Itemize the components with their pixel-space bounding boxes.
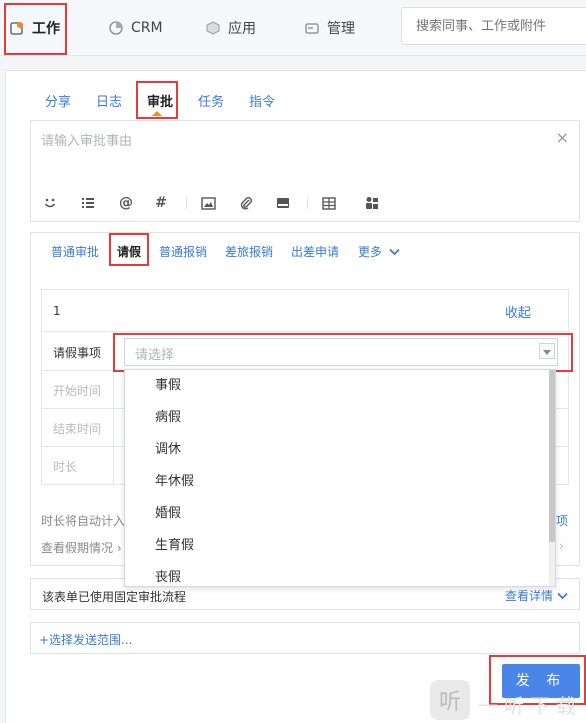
dropdown-option[interactable]: 婚假 [125, 498, 555, 530]
dropdown-option[interactable]: 调休 [125, 434, 555, 466]
top-nav: 工作 CRM 应用 管理 [0, 0, 586, 56]
dropdown-option[interactable]: 事假 [125, 370, 555, 402]
app-icon [206, 21, 220, 35]
at-icon[interactable]: @ [117, 194, 135, 212]
flow-detail-label: 查看详情 [505, 589, 554, 603]
watermark-logo: 听 [430, 680, 470, 720]
toolbar-divider [186, 197, 187, 209]
nav-item-label: CRM [131, 20, 163, 36]
table-row [41, 331, 569, 332]
keyboard-icon[interactable] [274, 194, 292, 212]
view-holiday-link[interactable]: 查看假期情况 › [41, 539, 122, 556]
reason-editor: × [30, 120, 580, 222]
dropdown-option[interactable]: 生育假 [125, 530, 555, 562]
crm-icon [109, 21, 123, 35]
send-range-link[interactable]: +选择发送范围... [39, 633, 133, 647]
field-label-duration: 时长 [53, 460, 78, 474]
tab-leave[interactable]: 请假 [117, 243, 141, 260]
search-input[interactable] [401, 7, 586, 45]
people-icon[interactable] [363, 194, 381, 212]
table-icon[interactable] [320, 194, 338, 212]
watermark-text: 一听下载 [478, 694, 582, 718]
nav-item-label: 工作 [32, 21, 60, 37]
chevron-right-icon: › [559, 539, 564, 553]
tab-more-label: 更多 [358, 245, 383, 259]
auto-duration-note: 时长将自动计入 [41, 514, 126, 528]
chevron-down-icon [389, 248, 400, 256]
manage-icon [305, 21, 319, 35]
toolbar-divider [307, 197, 308, 209]
dropdown-option[interactable]: 病假 [125, 402, 555, 434]
tab-more[interactable]: 更多 [358, 243, 400, 260]
list-icon[interactable] [79, 194, 97, 212]
field-label-leave-type: 请假事项 [53, 346, 102, 360]
collapse-link[interactable]: 收起 [505, 302, 531, 321]
nav-item-apps[interactable]: 应用 [206, 0, 256, 56]
send-range-bar[interactable]: +选择发送范围... [30, 622, 580, 654]
field-label-end-time: 结束时间 [53, 422, 102, 436]
nav-item-manage[interactable]: 管理 [305, 0, 355, 56]
work-icon [10, 21, 24, 35]
tab-share[interactable]: 分享 [45, 91, 71, 110]
active-tab-indicator [152, 111, 162, 116]
auto-note-link[interactable]: 项 [556, 512, 568, 529]
nav-item-label: 应用 [228, 21, 256, 37]
reason-input[interactable] [31, 121, 579, 181]
chevron-down-icon[interactable] [539, 343, 555, 359]
row-index: 1 [53, 304, 61, 318]
flow-text: 该表单已使用固定审批流程 [42, 590, 187, 604]
emoji-icon[interactable] [41, 194, 59, 212]
leave-type-dropdown: 事假 病假 调休 年休假 婚假 生育假 丧假 [124, 369, 556, 587]
table-divider [113, 331, 114, 485]
chevron-down-icon [557, 592, 568, 600]
field-label-start-time: 开始时间 [53, 384, 102, 398]
hash-icon[interactable]: # [152, 194, 170, 212]
flow-detail-link[interactable]: 查看详情 [505, 587, 568, 604]
tab-travel-expense[interactable]: 差旅报销 [225, 243, 273, 260]
attachment-icon[interactable] [237, 194, 255, 212]
tab-general-expense[interactable]: 普通报销 [159, 243, 207, 260]
nav-item-work[interactable]: 工作 [10, 0, 60, 56]
scrollbar-thumb[interactable] [549, 370, 555, 542]
dropdown-scrollbar[interactable] [549, 370, 555, 586]
image-icon[interactable] [199, 194, 217, 212]
dropdown-option[interactable]: 年休假 [125, 466, 555, 498]
nav-item-label: 管理 [327, 21, 355, 37]
tab-approval[interactable]: 审批 [147, 91, 173, 110]
tab-task[interactable]: 任务 [198, 91, 224, 110]
close-icon[interactable]: × [556, 128, 569, 147]
tab-command[interactable]: 指令 [249, 91, 275, 110]
tab-log[interactable]: 日志 [96, 91, 122, 110]
tab-business-trip[interactable]: 出差申请 [291, 243, 339, 260]
select-placeholder: 请选择 [135, 348, 175, 363]
tab-general-approval[interactable]: 普通审批 [51, 243, 99, 260]
dropdown-option[interactable]: 丧假 [125, 562, 555, 586]
nav-item-crm[interactable]: CRM [109, 0, 163, 56]
leave-type-select[interactable]: 请选择 [124, 338, 558, 366]
